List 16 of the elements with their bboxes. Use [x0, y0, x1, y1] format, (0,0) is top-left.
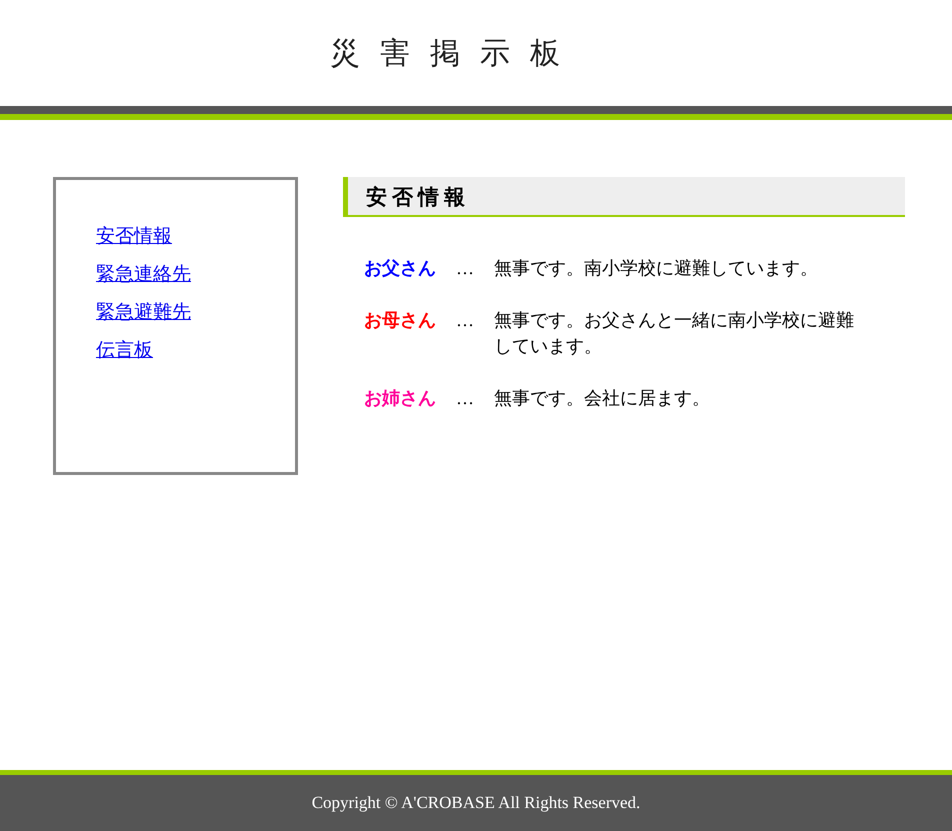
- sidebar-link[interactable]: 緊急避難先: [96, 300, 191, 325]
- person-name: お姉さん: [364, 387, 436, 410]
- section-heading: 安否情報: [343, 177, 905, 217]
- sidebar-link[interactable]: 伝言板: [96, 338, 153, 363]
- separator: …: [456, 309, 474, 332]
- separator: …: [456, 387, 474, 410]
- person-name: お母さん: [364, 309, 436, 332]
- status-message: 無事です。会社に居ます。: [494, 387, 711, 410]
- separator: …: [456, 257, 474, 280]
- site-title: 災害掲示板: [330, 36, 580, 72]
- sidebar-link[interactable]: 安否情報: [96, 224, 172, 249]
- status-message: 無事です。お父さんと一緒に南小学校に避難しています。: [494, 309, 855, 358]
- sidebar-link[interactable]: 緊急連絡先: [96, 262, 191, 287]
- status-message: 無事です。南小学校に避難しています。: [494, 257, 819, 280]
- copyright-text: Copyright © A'CROBASE All Rights Reserved.: [312, 793, 640, 813]
- person-name: お父さん: [364, 257, 436, 280]
